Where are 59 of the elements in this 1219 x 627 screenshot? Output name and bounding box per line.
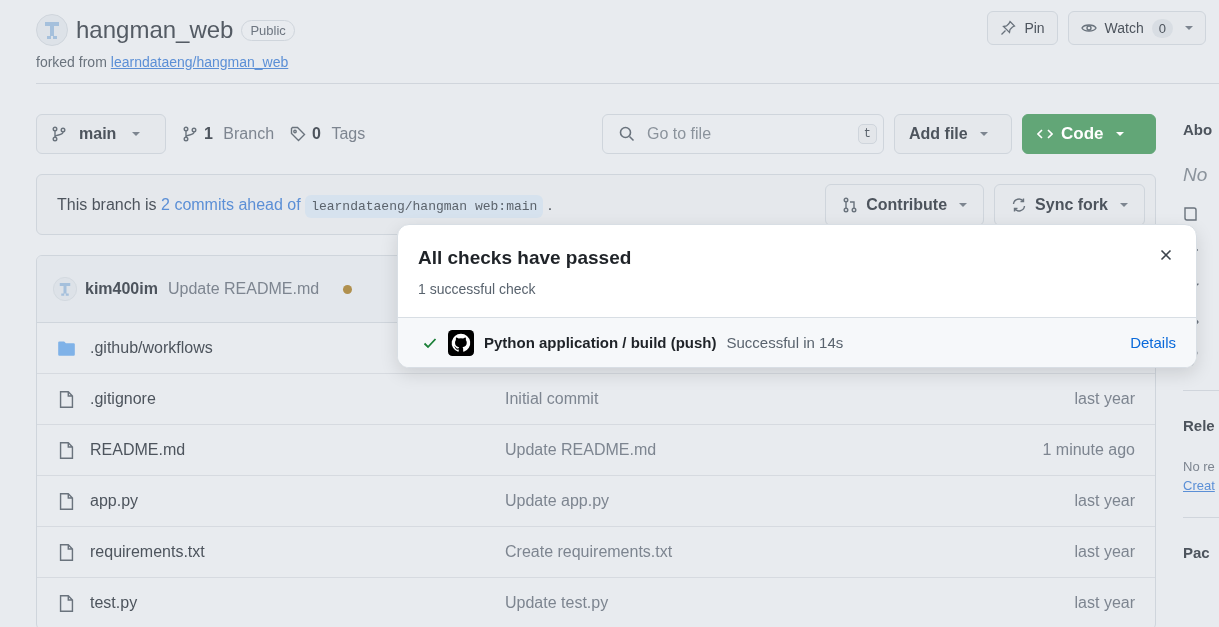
branch-icon [51,126,67,142]
about-description: No [1183,164,1209,186]
branch-select[interactable]: main [36,114,166,154]
avatar-icon [36,14,68,46]
folder-icon [57,338,76,358]
close-button[interactable] [1158,247,1174,263]
pull-request-icon [842,196,859,213]
commit-message[interactable]: Initial commit [505,390,599,407]
shortcut-key: t [857,124,877,144]
octocat-icon [448,329,474,356]
commit-author[interactable]: kim400im [85,280,158,298]
commit-time: last year [1074,594,1135,611]
tags-link[interactable]: 0 Tags [290,125,366,143]
repo-name[interactable]: hangman_web [76,16,234,44]
commit-time: last year [1074,543,1135,560]
fork-label: forked from [36,54,107,70]
details-link[interactable]: Details [1130,334,1176,351]
releases-heading: Rele [1183,417,1216,434]
add-file-button[interactable]: Add file [894,114,1012,154]
commit-message[interactable]: Update app.py [505,492,610,509]
file-icon [57,491,76,511]
avatar-icon [53,277,77,301]
watch-button[interactable]: Watch 0 [1067,11,1206,45]
branch-icon [182,126,198,142]
tag-icon [290,126,307,142]
search-field[interactable]: Go to file t [602,114,884,154]
file-name[interactable]: .github/workflows [90,339,213,357]
search-icon [619,126,635,142]
file-icon [57,389,76,409]
commit-time: last year [1074,390,1135,407]
file-name[interactable]: .gitignore [90,390,156,408]
sync-fork-button[interactable]: Sync fork [994,183,1145,226]
pin-button[interactable]: Pin [987,11,1058,45]
popup-title: All checks have passed [418,247,632,269]
file-name[interactable]: requirements.txt [90,543,205,561]
pin-icon [1000,20,1017,36]
commit-time: last year [1074,492,1135,509]
commit-message[interactable]: Update README.md [505,441,657,458]
check-result: Successful in 14s [726,334,844,351]
status-dot[interactable] [343,284,353,294]
packages-heading: Pac [1183,544,1211,561]
file-name[interactable]: app.py [90,492,139,510]
commit-time: 1 minute ago [1042,441,1135,458]
contribute-button[interactable]: Contribute [825,183,985,226]
branches-link[interactable]: 1 Branch [182,125,275,143]
file-icon [57,440,76,460]
commit-message[interactable]: Update test.py [505,594,609,611]
search-input[interactable]: Go to file [645,124,848,144]
file-icon [57,593,76,613]
check-name: Python application / build (push) [484,334,717,351]
checks-summary: 1 successful check [418,281,537,297]
releases-text: No re [1183,459,1216,474]
file-icon [57,542,76,562]
file-name[interactable]: test.py [90,594,138,612]
file-name[interactable]: README.md [90,441,186,459]
book-icon [1183,206,1199,222]
sync-icon [1011,196,1028,213]
commit-message[interactable]: Create requirements.txt [505,543,673,560]
about-heading: Abo [1183,121,1214,138]
